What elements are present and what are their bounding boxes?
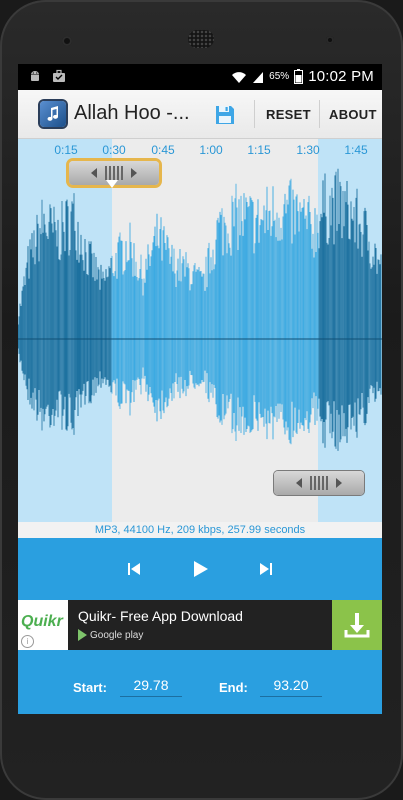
tick-label: 1:30 [296, 143, 320, 157]
skip-next-icon [260, 563, 272, 575]
battery-percent: 65% [269, 71, 290, 82]
music-note-icon [47, 106, 58, 121]
grip-icon [310, 476, 328, 490]
ad-logo: Quikr i [18, 600, 68, 650]
earpiece-speaker [188, 30, 214, 48]
google-play-icon [78, 629, 87, 641]
clock: 10:02 PM [308, 68, 374, 85]
tick-label: 0:45 [151, 143, 175, 157]
play-icon [194, 561, 208, 577]
screen: 65% 10:02 PM Allah Hoo -... RESET ABOUT … [18, 64, 382, 714]
start-label: Start: [73, 680, 107, 695]
timeline-ruler: 0:15 0:30 0:45 1:00 1:15 1:30 1:45 [18, 139, 382, 161]
app-icon[interactable] [40, 101, 66, 127]
skip-previous-icon [128, 563, 140, 575]
ad-title: Quikr- Free App Download [78, 608, 243, 624]
tick-label: 1:45 [344, 143, 368, 157]
proximity-sensor [326, 36, 334, 44]
ad-logo-text: Quikr [21, 613, 63, 630]
divider [254, 100, 255, 128]
wifi-icon [232, 71, 247, 83]
end-input[interactable]: 93.20 [260, 674, 322, 697]
ad-banner[interactable]: Quikr i Quikr- Free App Download Google … [18, 600, 382, 650]
signal-icon [253, 71, 264, 83]
tick-label: 1:00 [199, 143, 223, 157]
action-bar: Allah Hoo -... RESET ABOUT [18, 90, 382, 139]
waveform-view[interactable]: 0:15 0:30 0:45 1:00 1:15 1:30 1:45 [18, 139, 382, 522]
save-button[interactable] [210, 100, 240, 130]
skip-previous-button[interactable] [122, 557, 146, 581]
arrow-left-icon [91, 168, 97, 178]
briefcase-icon [53, 69, 65, 82]
end-label: End: [219, 680, 248, 695]
tick-label: 0:30 [102, 143, 126, 157]
grip-icon [105, 166, 123, 180]
file-info: MP3, 44100 Hz, 209 kbps, 257.99 seconds [18, 522, 382, 538]
save-icon [216, 106, 234, 124]
transport-controls [18, 538, 382, 600]
play-button[interactable] [188, 557, 212, 581]
front-camera [62, 36, 72, 46]
download-icon [344, 613, 370, 638]
battery-icon [294, 69, 304, 84]
reset-button[interactable]: RESET [266, 107, 311, 122]
arrow-right-icon [131, 168, 137, 178]
skip-next-button[interactable] [254, 557, 278, 581]
phone-frame: 65% 10:02 PM Allah Hoo -... RESET ABOUT … [0, 0, 403, 800]
start-input[interactable]: 29.78 [120, 674, 182, 697]
google-play-badge: Google play [78, 628, 143, 642]
tick-label: 0:15 [54, 143, 78, 157]
divider [319, 100, 320, 128]
info-icon[interactable]: i [21, 635, 34, 648]
google-play-label: Google play [90, 629, 144, 641]
waveform-graph [18, 168, 382, 451]
range-panel: Start: 29.78 End: 93.20 [18, 650, 382, 714]
android-icon [31, 71, 39, 81]
arrow-right-icon [336, 478, 342, 488]
end-marker-handle[interactable] [274, 471, 364, 495]
ad-download-button[interactable] [332, 600, 382, 650]
app-title: Allah Hoo -... [74, 102, 190, 124]
about-button[interactable]: ABOUT [329, 107, 377, 122]
tick-label: 1:15 [247, 143, 271, 157]
playhead-marker [106, 180, 118, 188]
arrow-left-icon [296, 478, 302, 488]
status-bar: 65% 10:02 PM [18, 64, 382, 90]
